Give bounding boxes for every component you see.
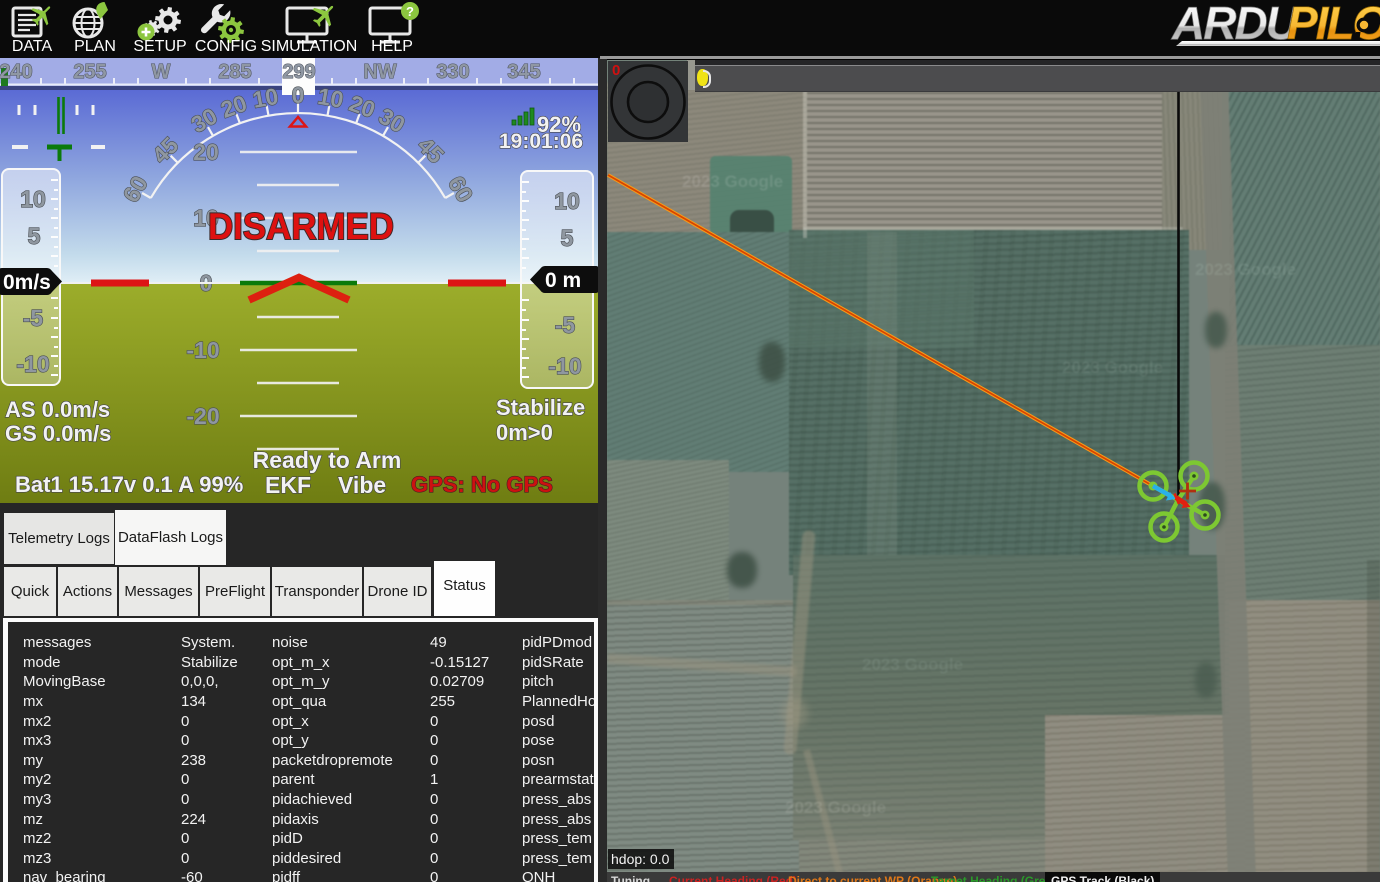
- svg-text:Bat1 15.17v 0.1 A 99%: Bat1 15.17v 0.1 A 99%: [15, 472, 243, 497]
- svg-text:Ready to Arm: Ready to Arm: [253, 447, 402, 473]
- svg-text:345: 345: [507, 61, 540, 83]
- svg-text:-10: -10: [186, 337, 219, 363]
- svg-text:299: 299: [282, 61, 315, 83]
- svg-text:240: 240: [0, 61, 33, 83]
- svg-text:DISARMED: DISARMED: [208, 206, 394, 247]
- svg-text:W: W: [152, 61, 171, 83]
- svg-text:NW: NW: [363, 61, 396, 83]
- svg-text:-20: -20: [186, 403, 219, 429]
- svg-text:?: ?: [406, 4, 414, 19]
- svg-text:10: 10: [554, 188, 580, 214]
- svg-text:285: 285: [218, 61, 251, 83]
- svg-text:GS 0.0m/s: GS 0.0m/s: [5, 421, 111, 446]
- svg-text:0 m: 0 m: [545, 269, 581, 292]
- svg-text:-10: -10: [548, 353, 581, 379]
- svg-text:Vibe: Vibe: [338, 472, 386, 498]
- svg-text:AS 0.0m/s: AS 0.0m/s: [5, 397, 110, 422]
- svg-text:EKF: EKF: [265, 472, 311, 498]
- svg-text:Stabilize: Stabilize: [496, 395, 585, 420]
- svg-text:19:01:06: 19:01:06: [499, 130, 583, 153]
- svg-text:255: 255: [73, 61, 106, 83]
- svg-text:330: 330: [436, 61, 469, 83]
- svg-text:0: 0: [292, 82, 305, 108]
- svg-text:GPS: No GPS: GPS: No GPS: [411, 472, 553, 497]
- svg-text:10: 10: [20, 186, 46, 212]
- svg-text:0m>0: 0m>0: [496, 420, 553, 445]
- svg-text:20: 20: [193, 139, 219, 165]
- svg-text:-5: -5: [555, 312, 576, 338]
- svg-text:-10: -10: [16, 351, 49, 377]
- svg-text:-5: -5: [23, 305, 44, 331]
- svg-text:5: 5: [561, 225, 574, 251]
- svg-text:5: 5: [28, 223, 41, 249]
- svg-text:0m/s: 0m/s: [3, 271, 51, 294]
- svg-text:10: 10: [316, 83, 346, 113]
- svg-text:10: 10: [251, 83, 281, 113]
